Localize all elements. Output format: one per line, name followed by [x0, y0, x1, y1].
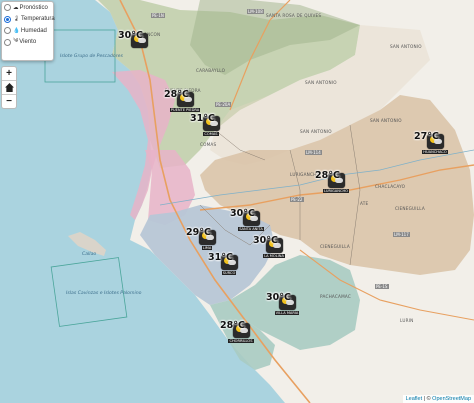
- label-santa-rosa: SANTA ROSA DE QUIVES: [266, 13, 321, 18]
- leaflet-link[interactable]: Leaflet: [406, 396, 423, 402]
- radio-temperatura[interactable]: [4, 15, 11, 23]
- layer-label: Temperatura: [20, 16, 55, 23]
- station-name: HUANCHACO: [422, 150, 448, 154]
- road-tag-lm108: LM-108: [247, 9, 264, 14]
- station-name: LIMA: [201, 246, 213, 250]
- osm-link[interactable]: OpenStreetMap: [432, 396, 471, 402]
- weather-marker[interactable]: 28°C LURIGANCHO: [315, 170, 349, 193]
- zoom-out-button[interactable]: −: [2, 95, 16, 108]
- label-cieneguilla-2: CIENEGUILLA: [320, 244, 350, 249]
- road-tag-pe22: PE-22: [290, 197, 304, 202]
- weather-marker[interactable]: 30°C VILLA MARIA: [266, 292, 300, 315]
- layer-control: ☁ Pronóstico 🌡 Temperatura 💧 Humedad ༄ V…: [1, 1, 55, 61]
- station-name: LA MOLINA: [263, 254, 285, 258]
- road-tag-pe1n: PE-1N: [151, 13, 165, 18]
- label-islas-cavinzas: Islas Cavinzas e Islotes Palomino: [66, 290, 142, 296]
- layer-option-pronostico[interactable]: ☁ Pronóstico: [2, 2, 53, 14]
- weather-marker[interactable]: 31°C SURCO: [208, 252, 240, 275]
- label-lurin: LURIN: [400, 318, 413, 323]
- temperature-value: 29°C: [186, 227, 211, 238]
- weather-marker[interactable]: 30°C: [118, 30, 150, 48]
- label-cieneguilla-1: CIENEGUILLA: [395, 206, 425, 211]
- label-san-antonio-4: SAN ANTONIO: [300, 129, 332, 134]
- layer-label: Pronóstico: [19, 4, 48, 11]
- svg-text:PE-1N: PE-1N: [152, 13, 164, 18]
- layer-label: Humedad: [20, 27, 47, 34]
- temperature-value: 30°C: [266, 292, 291, 303]
- svg-text:LM-114: LM-114: [306, 150, 321, 155]
- weather-marker[interactable]: 30°C SANTA ANITA: [230, 208, 264, 231]
- zoom-control: + −: [1, 66, 17, 109]
- temperature-value: 27°C: [414, 131, 439, 142]
- layer-option-viento[interactable]: ༄ Viento: [2, 37, 53, 49]
- weather-marker[interactable]: 28°C CHORRILLOS: [220, 320, 254, 343]
- cloud-icon: ☁: [13, 4, 19, 11]
- svg-text:LM-108: LM-108: [248, 9, 263, 14]
- temperature-value: 28°C: [164, 89, 189, 100]
- label-san-antonio-2: SAN ANTONIO: [305, 80, 337, 85]
- road-tag-pe20a: PE-20A: [215, 102, 231, 107]
- svg-text:PE-20A: PE-20A: [216, 102, 230, 107]
- station-name: LURIGANCHO: [323, 189, 349, 193]
- station-name: SANTA ANITA: [238, 227, 264, 231]
- weather-marker[interactable]: 31°C COMAS: [190, 113, 222, 136]
- station-name: PUENTE PIEDRA: [169, 108, 201, 112]
- temperature-value: 31°C: [208, 252, 233, 263]
- svg-text:PE-1S: PE-1S: [376, 284, 388, 289]
- label-carabayllo: CARABAYLLO: [196, 68, 226, 73]
- label-callao: Callao: [82, 251, 96, 257]
- radio-pronostico[interactable]: [4, 4, 11, 12]
- label-islote-pescadores: Islote Grupo de Pescadores: [60, 53, 123, 59]
- road-tag-lm114: LM-114: [305, 150, 322, 155]
- map-container[interactable]: SANTA ROSA DE QUIVES SAN ANTONIO SAN ANT…: [0, 0, 474, 403]
- svg-text:PE-22: PE-22: [291, 197, 303, 202]
- label-chaclacayo: CHACLACAYO: [375, 184, 406, 189]
- weather-marker[interactable]: 30°C LA MOLINA: [253, 235, 285, 258]
- home-button[interactable]: [2, 81, 16, 95]
- zoom-in-button[interactable]: +: [2, 67, 16, 81]
- temperature-value: 28°C: [315, 170, 340, 181]
- road-tag-pe1s: PE-1S: [375, 284, 389, 289]
- temperature-value: 31°C: [190, 113, 215, 124]
- drop-icon: 💧: [13, 27, 20, 34]
- weather-marker[interactable]: 29°C LIMA: [186, 227, 218, 250]
- home-icon: [4, 83, 14, 92]
- radio-viento[interactable]: [4, 38, 11, 46]
- station-name: SURCO: [221, 271, 237, 275]
- temperature-value: 30°C: [253, 235, 278, 246]
- temperature-value: 28°C: [220, 320, 245, 331]
- svg-text:LM-117: LM-117: [394, 232, 409, 237]
- weather-marker[interactable]: 28°C PUENTE PIEDRA: [164, 89, 201, 112]
- weather-marker[interactable]: 27°C HUANCHACO: [414, 131, 448, 154]
- map-attribution: Leaflet | © OpenStreetMap: [402, 395, 474, 403]
- label-pachacamac: PACHACAMAC: [320, 294, 351, 299]
- station-name: CHORRILLOS: [228, 339, 254, 343]
- station-name: VILLA MARIA: [274, 311, 300, 315]
- label-san-antonio-1: SAN ANTONIO: [390, 44, 422, 49]
- layer-label: Viento: [19, 39, 37, 46]
- road-tag-lm117: LM-117: [393, 232, 410, 237]
- radio-humedad[interactable]: [4, 27, 11, 35]
- label-ate: ATE: [360, 201, 368, 206]
- label-san-antonio-3: SAN ANTONIO: [370, 118, 402, 123]
- layer-option-temperatura[interactable]: 🌡 Temperatura: [2, 14, 55, 26]
- layer-option-humedad[interactable]: 💧 Humedad: [2, 25, 53, 37]
- wind-icon: ༄: [13, 37, 19, 44]
- attribution-separator: | ©: [422, 396, 433, 402]
- thermometer-icon: 🌡: [13, 16, 20, 23]
- station-name: COMAS: [203, 132, 219, 136]
- temperature-value: 30°C: [230, 208, 255, 219]
- temperature-value: 30°C: [118, 30, 143, 41]
- label-comas: COMAS: [200, 142, 216, 147]
